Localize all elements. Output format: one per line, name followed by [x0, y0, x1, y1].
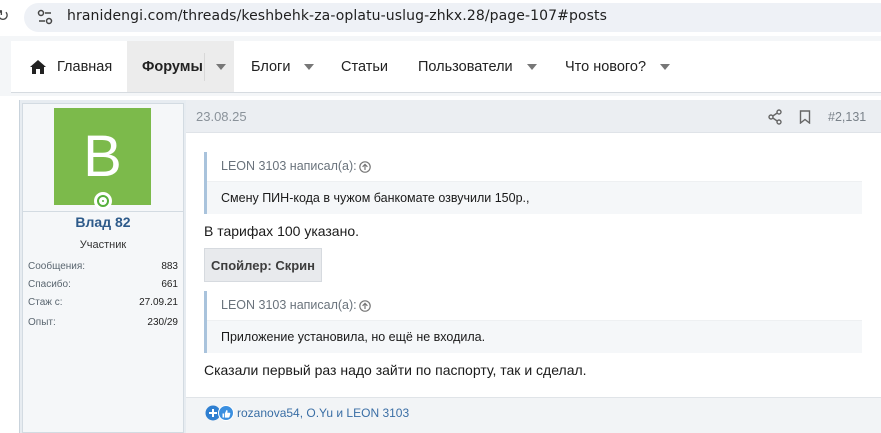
site-info-icon[interactable] [36, 8, 54, 26]
reactions-users[interactable]: rozanova54, O.Yu и LEON 3103 [237, 406, 409, 420]
username[interactable]: Влад 82 [22, 214, 184, 230]
stat-value: 883 [161, 261, 178, 272]
quote-block: LEON 3103 написал(а): Смену ПИН-кода в ч… [204, 152, 862, 214]
nav-home-label: Главная [57, 58, 113, 75]
chevron-down-icon [216, 63, 226, 70]
user-title: Участник [79, 239, 127, 251]
quote-text: Смену ПИН-кода в чужом банкомате озвучил… [221, 191, 530, 205]
browser-toolbar: ↻ hranidengi.com/threads/keshbehk-za-opl… [0, 0, 881, 36]
reaction-icons[interactable] [205, 405, 235, 421]
chevron-down-icon[interactable] [526, 63, 537, 70]
arrow-up-circle-icon[interactable] [359, 161, 371, 173]
nav-forums-dropdown[interactable] [209, 41, 233, 92]
nav-forums-label: Форумы [142, 58, 203, 75]
nav-home[interactable]: Главная [29, 41, 124, 92]
nav-articles[interactable]: Статьи [341, 41, 388, 92]
home-icon [30, 59, 46, 74]
nav-users[interactable]: Пользователи [418, 41, 537, 92]
divider [22, 211, 184, 212]
site-nav: Главная Форумы Блоги Статьи Пользователи… [11, 41, 881, 93]
stat-label: Опыт: [28, 317, 56, 328]
share-icon[interactable] [768, 109, 782, 125]
post-number[interactable]: #2,131 [828, 110, 866, 124]
nav-users-label: Пользователи [418, 58, 513, 75]
stat-messages: Сообщения: 883 [28, 261, 178, 275]
stat-value: 661 [161, 279, 178, 290]
stat-label: Спасибо: [28, 279, 71, 290]
post-date[interactable]: 23.08.25 [196, 109, 247, 124]
quote-text: Приложение установила, но ещё не входила… [221, 330, 486, 344]
quote-author[interactable]: LEON 3103 написал(а): [221, 298, 357, 312]
site-nav-wrapper: Главная Форумы Блоги Статьи Пользователи… [0, 36, 881, 96]
post-text-line: Сказали первый раз надо зайти по паспорт… [204, 362, 587, 378]
stat-thanks: Спасибо: 661 [28, 279, 178, 293]
bookmark-icon[interactable] [799, 110, 811, 124]
url-text[interactable]: hranidengi.com/threads/keshbehk-za-oplat… [67, 8, 607, 24]
nav-whats-new-label: Что нового? [565, 58, 647, 75]
stat-joined: Стаж с: 27.09.21 [28, 297, 178, 311]
nav-blogs-label: Блоги [251, 58, 291, 75]
stat-label: Стаж с: [28, 297, 63, 308]
quote-author[interactable]: LEON 3103 написал(а): [221, 159, 357, 173]
nav-blogs[interactable]: Блоги [251, 41, 315, 92]
nav-whats-new[interactable]: Что нового? [565, 41, 671, 92]
spoiler-button[interactable]: Спойлер: Скрин [204, 248, 322, 282]
nav-articles-label: Статьи [341, 58, 388, 75]
chevron-down-icon[interactable] [660, 63, 671, 70]
stat-experience: Опыт: 230/29 [28, 317, 178, 331]
stat-value: 27.09.21 [139, 297, 178, 308]
avatar[interactable]: B [54, 108, 151, 205]
arrow-up-circle-icon[interactable] [359, 300, 371, 312]
chevron-down-icon[interactable] [304, 63, 315, 70]
reload-icon[interactable]: ↻ [0, 6, 9, 25]
quote-block: LEON 3103 написал(а): Приложение установ… [204, 291, 862, 353]
stat-value: 230/29 [147, 317, 178, 328]
post-text-line: В тарифах 100 указано. [204, 223, 359, 239]
online-status-icon [94, 192, 112, 210]
nav-separator [204, 53, 205, 81]
stat-label: Сообщения: [28, 261, 86, 272]
